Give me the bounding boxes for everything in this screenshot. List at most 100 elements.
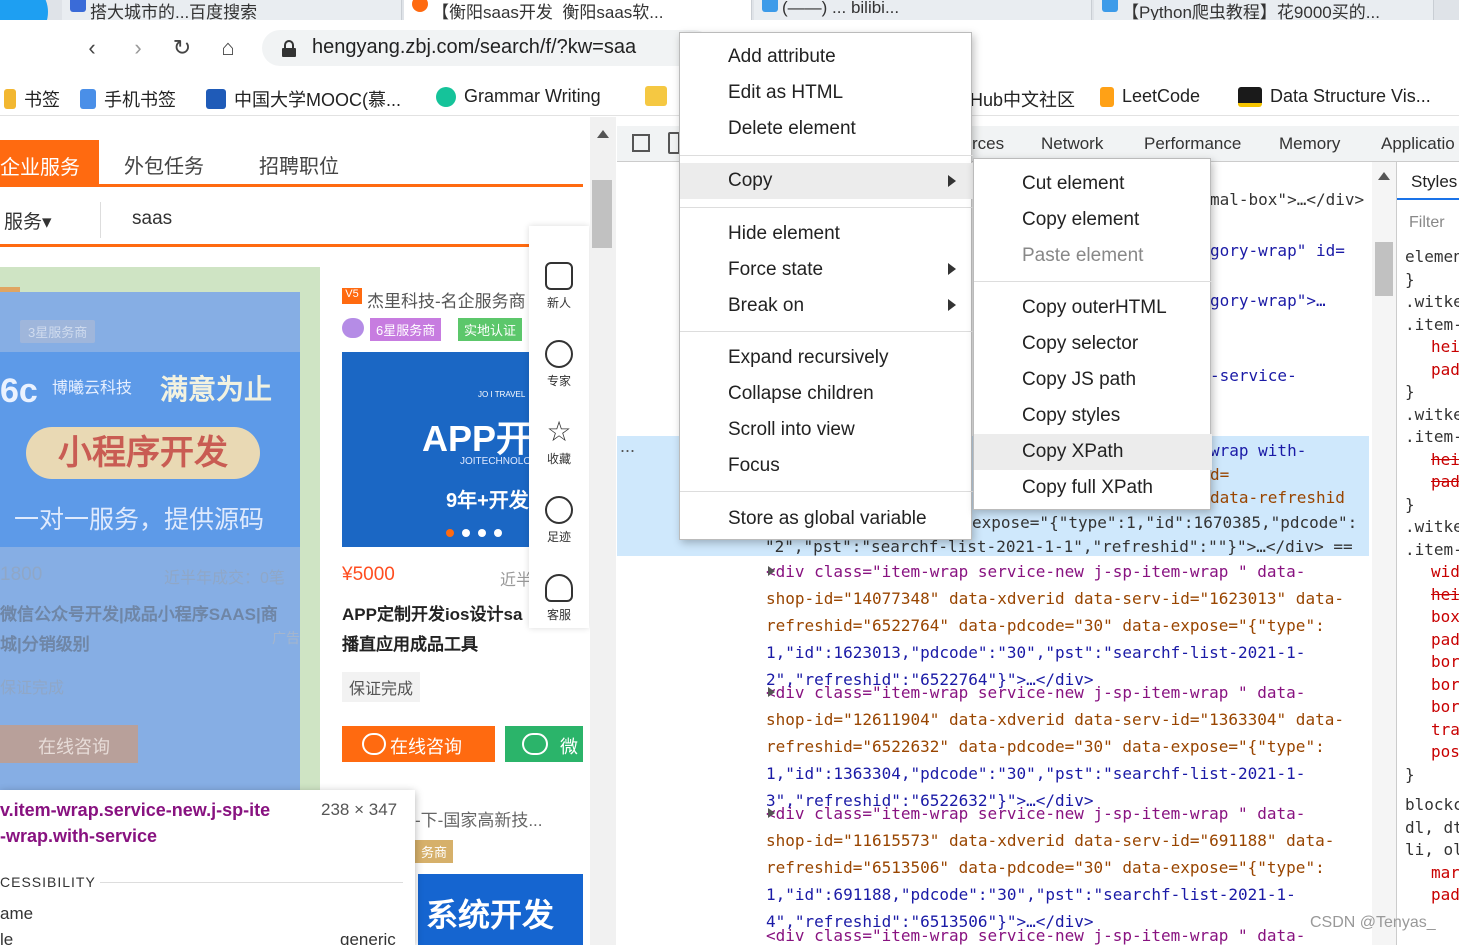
card1-consult-button[interactable]: 在线咨询 xyxy=(0,725,138,763)
menu-copy[interactable]: Copy xyxy=(728,170,772,192)
search-input[interactable]: saas xyxy=(132,208,172,230)
bookmark-grammar[interactable]: Grammar Writing xyxy=(436,86,601,107)
code-line[interactable]: gory-wrap">… xyxy=(1210,291,1326,310)
home-icon[interactable]: ⌂ xyxy=(214,36,242,60)
bookmark-mooc[interactable]: 中国大学MOOC(慕... xyxy=(206,86,401,112)
expand-icon[interactable] xyxy=(768,687,775,697)
expand-icon[interactable] xyxy=(768,808,775,818)
code-line[interactable]: <div class="item-wrap service-new j-sp-i… xyxy=(766,926,1305,945)
style-line[interactable]: pad xyxy=(1405,471,1459,494)
tab-network[interactable]: Network xyxy=(1041,134,1103,154)
menu-add-attribute[interactable]: Add attribute xyxy=(728,46,836,68)
style-line[interactable]: blockc xyxy=(1405,794,1459,817)
style-line[interactable]: mar xyxy=(1405,862,1459,885)
card2-shop[interactable]: 杰里科技-名企服务商 xyxy=(367,287,526,312)
card2-title-1[interactable]: APP定制开发ios设计sa xyxy=(342,600,522,625)
code-line[interactable]: mal-box">…</div> xyxy=(1210,190,1364,209)
style-line[interactable]: pos xyxy=(1405,741,1459,764)
style-line[interactable]: pad xyxy=(1405,359,1459,382)
menu-focus[interactable]: Focus xyxy=(728,455,780,477)
menu-hide-element[interactable]: Hide element xyxy=(728,223,840,245)
dom-node-2[interactable]: <div class="item-wrap service-new j-sp-i… xyxy=(766,683,1344,810)
code-line[interactable]: d= xyxy=(1210,465,1229,484)
card1-content[interactable]: 3星服务商 博曦云科技 满意为止 6c 一对一服务，提供源码 小程序开发 180… xyxy=(0,292,300,812)
menu-copy-xpath[interactable]: Copy XPath xyxy=(1022,441,1123,463)
card1-title-1[interactable]: 微信公众号开发|成品小程序SAAS|商 xyxy=(0,600,278,625)
style-line[interactable]: hei xyxy=(1405,336,1459,359)
tab-1[interactable]: 搭大城市的...百度搜索 xyxy=(62,0,402,20)
style-line[interactable]: bor xyxy=(1405,674,1459,697)
tab-sources[interactable]: rces xyxy=(972,134,1004,154)
style-line[interactable]: .witke xyxy=(1405,404,1459,427)
style-line[interactable]: box xyxy=(1405,606,1459,629)
inspect-icon[interactable] xyxy=(632,134,650,152)
bookmark-folder[interactable]: 书签 xyxy=(4,86,60,112)
scroll-up-icon[interactable] xyxy=(1378,172,1390,180)
scroll-up-icon[interactable] xyxy=(597,130,609,138)
code-line[interactable]: -service- xyxy=(1210,366,1297,385)
bookmark-leetcode[interactable]: LeetCode xyxy=(1100,86,1200,107)
code-line[interactable]: wrap with- xyxy=(1210,441,1306,460)
style-line[interactable]: dl, dt xyxy=(1405,817,1459,840)
forward-icon[interactable]: › xyxy=(124,36,152,60)
sidebar-service[interactable]: 客服 xyxy=(529,574,589,623)
card2-title-2[interactable]: 播直应用成品工具 xyxy=(342,630,478,655)
search-category[interactable]: 服务▾ xyxy=(4,207,52,234)
tab-memory[interactable]: Memory xyxy=(1279,134,1340,154)
menu-scroll-into-view[interactable]: Scroll into view xyxy=(728,419,855,441)
bookmark-dsvis[interactable]: Data Structure Vis... xyxy=(1238,86,1431,107)
menu-delete-element[interactable]: Delete element xyxy=(728,118,856,140)
dom-node-3[interactable]: <div class="item-wrap service-new j-sp-i… xyxy=(766,804,1334,931)
nav-jobs[interactable]: 招聘职位 xyxy=(259,150,339,179)
bookmark-mobile[interactable]: 手机书签 xyxy=(80,86,176,112)
menu-copy-full-xpath[interactable]: Copy full XPath xyxy=(1022,477,1153,499)
style-line[interactable]: bor xyxy=(1405,696,1459,719)
style-line[interactable]: .witke xyxy=(1405,516,1459,539)
style-line[interactable]: hei xyxy=(1405,584,1459,607)
styles-filter-input[interactable]: Filter xyxy=(1409,214,1445,232)
back-icon[interactable]: ‹ xyxy=(78,36,106,60)
menu-store-global[interactable]: Store as global variable xyxy=(728,508,927,530)
tab-3[interactable]: (——) ... bilibi... xyxy=(754,0,1092,20)
reload-icon[interactable]: ↻ xyxy=(168,36,196,60)
elements-scroll-thumb[interactable] xyxy=(1375,242,1393,296)
nav-enterprise[interactable]: 企业服务 xyxy=(0,140,99,184)
tab-application[interactable]: Applicatio xyxy=(1381,134,1455,154)
sidebar-newbie[interactable]: 新人 xyxy=(529,262,589,311)
style-line[interactable]: li, ol xyxy=(1405,839,1459,862)
card3-banner[interactable]: 系统开发 xyxy=(418,874,583,945)
code-line[interactable]: gory-wrap" id= xyxy=(1210,241,1345,260)
expand-icon[interactable] xyxy=(768,566,775,576)
menu-copy-js-path[interactable]: Copy JS path xyxy=(1022,369,1136,391)
menu-copy-selector[interactable]: Copy selector xyxy=(1022,333,1138,355)
menu-copy-outerhtml[interactable]: Copy outerHTML xyxy=(1022,297,1167,319)
bookmark-folder-2[interactable] xyxy=(645,86,667,106)
sidebar-favorites[interactable]: ☆ 收藏 xyxy=(529,418,589,467)
menu-collapse-children[interactable]: Collapse children xyxy=(728,383,874,405)
nav-outsource[interactable]: 外包任务 xyxy=(124,150,204,179)
menu-expand-recursively[interactable]: Expand recursively xyxy=(728,347,889,369)
style-line[interactable]: .item- xyxy=(1405,426,1459,449)
card1-title-2[interactable]: 城|分销级别 xyxy=(0,630,90,655)
style-line[interactable]: .witke xyxy=(1405,291,1459,314)
tab-4[interactable]: 【Python爬虫教程】花9000买的... xyxy=(1094,0,1434,20)
style-line[interactable]: pad xyxy=(1405,884,1459,907)
card3-shop[interactable]: -下-国家高新技... xyxy=(415,806,543,831)
menu-force-state[interactable]: Force state xyxy=(728,259,823,281)
menu-copy-styles[interactable]: Copy styles xyxy=(1022,405,1120,427)
tab-performance[interactable]: Performance xyxy=(1144,134,1241,154)
sidebar-expert[interactable]: 专家 xyxy=(529,340,589,389)
style-line[interactable]: pad xyxy=(1405,629,1459,652)
tab-2[interactable]: 【衡阳saas开发_衡阳saas软... xyxy=(404,0,752,20)
menu-copy-element[interactable]: Copy element xyxy=(1022,209,1139,231)
menu-edit-html[interactable]: Edit as HTML xyxy=(728,82,843,104)
menu-break-on[interactable]: Break on xyxy=(728,295,804,317)
style-line[interactable]: .item- xyxy=(1405,539,1459,562)
menu-cut-element[interactable]: Cut element xyxy=(1022,173,1124,195)
sidebar-history[interactable]: 足迹 xyxy=(529,496,589,545)
style-line[interactable]: elemen xyxy=(1405,246,1459,269)
page-scroll-thumb[interactable] xyxy=(592,180,612,248)
style-line[interactable]: hei xyxy=(1405,449,1459,472)
style-line[interactable]: wid xyxy=(1405,561,1459,584)
bookmark-github[interactable]: Hub中文社区 xyxy=(970,86,1075,112)
